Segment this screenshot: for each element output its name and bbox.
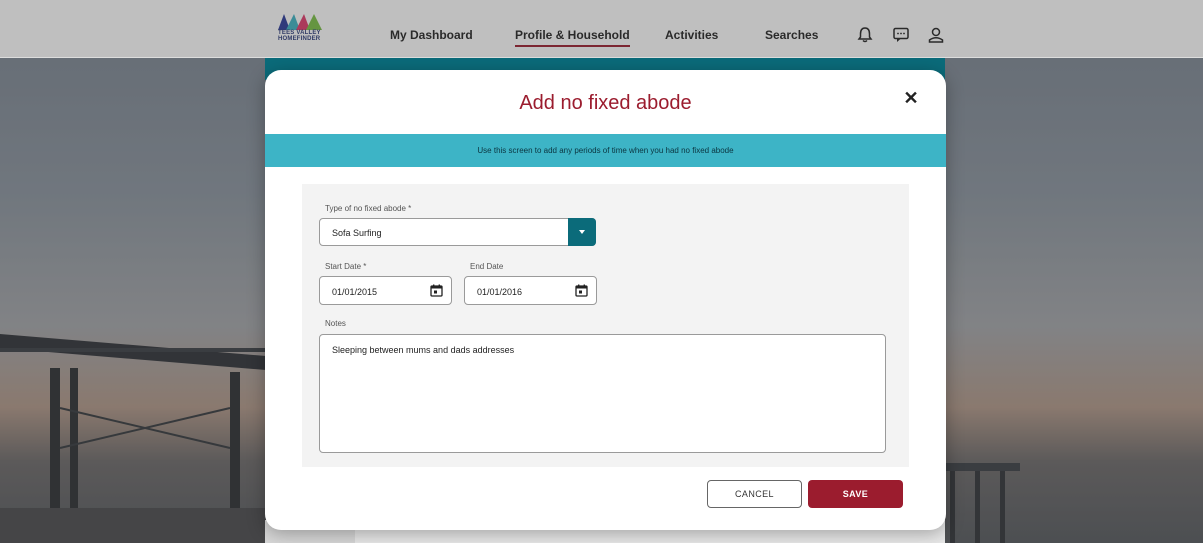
close-icon[interactable]: ✕ <box>901 88 921 108</box>
top-navigation-bar: TEES VALLEY HOMEFINDER My Dashboard Prof… <box>0 0 1203 58</box>
dialog-title: Add no fixed abode <box>519 92 692 114</box>
type-label: Type of no fixed abode * <box>325 204 412 213</box>
end-date-value: 01/01/2016 <box>477 287 523 297</box>
calendar-icon[interactable] <box>575 284 588 297</box>
type-select-value: Sofa Surfing <box>332 228 382 238</box>
end-date-input[interactable]: 01/01/2016 <box>464 276 597 305</box>
type-select[interactable]: Sofa Surfing <box>319 218 596 246</box>
info-banner: Use this screen to add any periods of ti… <box>265 134 946 167</box>
save-button[interactable]: SAVE <box>808 480 903 508</box>
cancel-button[interactable]: CANCEL <box>707 480 802 508</box>
header-backdrop <box>0 0 1203 57</box>
add-no-fixed-abode-dialog: Add no fixed abode ✕ Use this screen to … <box>265 70 946 530</box>
form-panel: Type of no fixed abode * Sofa Surfing St… <box>302 184 909 467</box>
chevron-down-icon[interactable] <box>568 218 596 246</box>
start-date-label: Start Date * <box>325 262 367 271</box>
end-date-label: End Date <box>470 262 504 271</box>
start-date-input[interactable]: 01/01/2015 <box>319 276 452 305</box>
notes-textarea[interactable]: Sleeping between mums and dads addresses <box>319 334 886 453</box>
notes-value: Sleeping between mums and dads addresses <box>332 345 515 355</box>
calendar-icon[interactable] <box>430 284 443 297</box>
notes-label: Notes <box>325 319 346 328</box>
start-date-value: 01/01/2015 <box>332 287 378 297</box>
